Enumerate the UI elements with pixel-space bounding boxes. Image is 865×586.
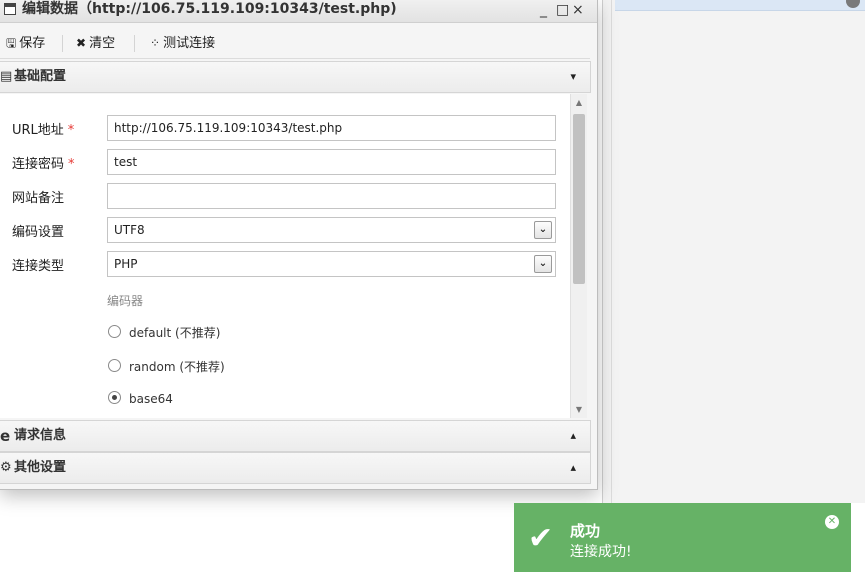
radio-selected-icon [108,391,121,404]
scroll-down-icon[interactable]: ▼ [571,405,587,414]
dialog-titlebar[interactable]: 编辑数据（http://106.75.119.109:10343/test.ph… [0,0,597,23]
password-label: 连接密码 * [12,157,75,172]
toolbar-divider [134,35,135,52]
right-panel [602,0,865,503]
encoding-select[interactable]: UTF8 ⌄ [107,217,556,243]
close-button[interactable]: × [572,1,584,19]
toast-title: 成功 [570,522,601,540]
request-info-label: 请求信息 [14,428,67,443]
scrollbar-thumb[interactable] [573,114,585,284]
basic-config-form: URL地址 * http://106.75.119.109:10343/test.… [0,94,570,418]
encoder-option-base64[interactable]: base64 [108,391,173,406]
radio-icon [108,359,121,372]
save-label: 保存 [19,36,46,51]
panel-divider [611,0,612,503]
toast-message: 连接成功! [570,544,632,560]
connection-type-label: 连接类型 [12,259,65,274]
encoding-value: UTF8 [114,223,145,237]
checkmark-icon: ✔ [528,521,554,556]
url-input[interactable]: http://106.75.119.109:10343/test.php [107,115,556,141]
settings-icon: ⚙ [0,460,12,475]
clear-button[interactable]: ✖ 清空 [76,28,115,58]
note-label: 网站备注 [12,191,65,206]
encoder-group-label: 编码器 [107,294,144,308]
radio-icon [108,325,121,338]
chevron-up-icon: ▴ [570,461,576,474]
encoder-option-default[interactable]: default (不推荐) [108,324,220,341]
save-button[interactable]: 🖫 保存 [6,28,45,58]
toolbar-divider [62,35,63,52]
encoder-option-random[interactable]: random (不推荐) [108,358,225,375]
other-settings-header[interactable]: ⚙ 其他设置 ▴ [0,452,591,484]
spinner-icon: ⁘ [150,36,161,50]
test-connection-label: 测试连接 [163,36,216,51]
clear-label: 清空 [89,36,116,51]
test-connection-button[interactable]: ⁘ 测试连接 [150,28,215,58]
document-icon: ▤ [0,69,13,84]
floppy-icon: 🖫 [6,36,17,50]
toolbar: 🖫 保存 ✖ 清空 ⁘ 测试连接 [0,28,590,59]
badge-icon [846,0,860,8]
request-info-header[interactable]: e 请求信息 ▴ [0,420,591,452]
scroll-up-icon[interactable]: ▲ [571,98,587,107]
chevron-up-icon: ▴ [570,429,576,442]
basic-config-label: 基础配置 [14,69,67,84]
minimize-button[interactable]: _ [540,1,547,19]
ie-icon: e [0,427,11,445]
dialog-title: 编辑数据（http://106.75.119.109:10343/test.ph… [22,1,397,17]
chevron-down-icon: ▾ [570,70,576,83]
password-input[interactable]: test [107,149,556,175]
connection-type-value: PHP [114,257,138,271]
connection-type-select[interactable]: PHP ⌄ [107,251,556,277]
note-input[interactable] [107,183,556,209]
form-scrollbar[interactable]: ▲ ▼ [570,94,587,418]
window-icon [4,3,16,15]
close-x-icon: ✖ [76,36,87,50]
required-mark: * [67,123,75,138]
encoding-label: 编码设置 [12,225,65,240]
success-toast: ✔ 成功 连接成功! ✕ [514,503,851,572]
toast-close-icon[interactable]: ✕ [825,515,839,529]
category-item[interactable] [615,0,865,11]
url-label: URL地址 * [12,123,75,138]
chevron-down-icon: ⌄ [534,221,552,239]
required-mark: * [68,157,75,172]
basic-config-header[interactable]: ▤ 基础配置 ▾ [0,61,591,93]
maximize-button[interactable]: □ [556,1,569,19]
edit-data-dialog: 编辑数据（http://106.75.119.109:10343/test.ph… [0,0,598,490]
chevron-down-icon: ⌄ [534,255,552,273]
other-settings-label: 其他设置 [14,460,67,475]
